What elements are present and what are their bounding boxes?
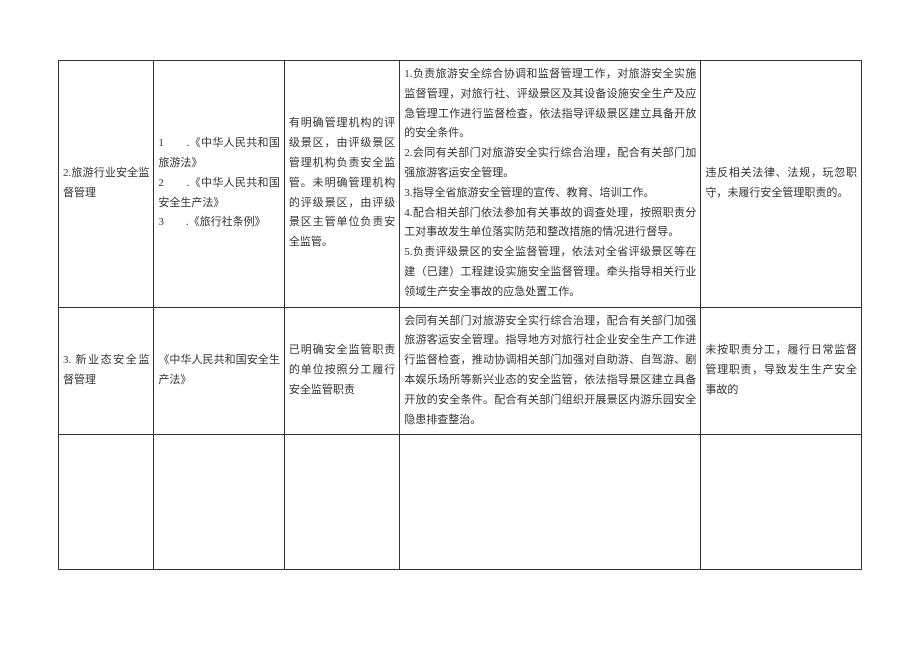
cell-liability: 未按职责分工，履行日常监督管理职责，导致发生生产安全事故的	[701, 307, 862, 435]
cell-empty	[154, 435, 284, 570]
cell-basis: 1 .《中华人民共和国旅游法》2 .《中华人民共和国安全生产法》3 .《旅行社条…	[154, 61, 284, 308]
table-row-empty	[59, 435, 862, 570]
cell-subject: 已明确安全监管职责的单位按照分工履行安全监管职责	[284, 307, 399, 435]
regulation-table: 2.旅游行业安全监督管理 1 .《中华人民共和国旅游法》2 .《中华人民共和国安…	[58, 60, 862, 570]
cell-liability: 违反相关法律、法规，玩忽职守，未履行安全管理职责的。	[701, 61, 862, 308]
cell-duty: 会同有关部门对旅游安全实行综合治理，配合有关部门加强旅游客运安全管理。指导地方对…	[400, 307, 701, 435]
table-row: 2.旅游行业安全监督管理 1 .《中华人民共和国旅游法》2 .《中华人民共和国安…	[59, 61, 862, 308]
cell-item: 2.旅游行业安全监督管理	[59, 61, 154, 308]
cell-item: 3. 新业态安全监督管理	[59, 307, 154, 435]
cell-empty	[284, 435, 399, 570]
table-row: 3. 新业态安全监督管理 《中华人民共和国安全生产法》 已明确安全监管职责的单位…	[59, 307, 862, 435]
cell-empty	[59, 435, 154, 570]
cell-empty	[400, 435, 701, 570]
cell-duty: 1.负责旅游安全综合协调和监督管理工作，对旅游安全实施监督管理，对旅行社、评级景…	[400, 61, 701, 308]
cell-basis: 《中华人民共和国安全生产法》	[154, 307, 284, 435]
cell-empty	[701, 435, 862, 570]
cell-subject: 有明确管理机构的评级景区，由评级景区管理机构负责安全监管。未明确管理机构的评级景…	[284, 61, 399, 308]
